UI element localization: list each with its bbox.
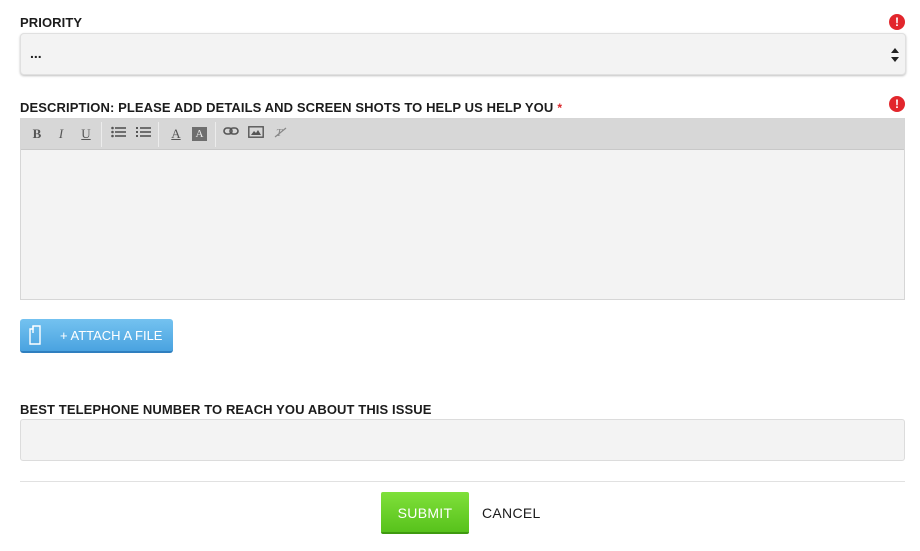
priority-label: PRIORITY xyxy=(20,15,83,30)
file-icon xyxy=(29,325,41,345)
exclamation-circle-icon: ! xyxy=(889,14,905,30)
priority-select[interactable]: ... xyxy=(20,33,906,75)
required-marker: * xyxy=(557,101,563,115)
exclamation-circle-icon: ! xyxy=(889,96,905,112)
toolbar-group-lists xyxy=(102,122,159,147)
italic-icon[interactable]: I xyxy=(52,125,70,143)
background-color-icon[interactable]: A xyxy=(192,127,207,141)
bulleted-list-icon[interactable] xyxy=(109,125,127,143)
text-color-icon[interactable]: A xyxy=(167,125,185,143)
toolbar-group-format: B I U xyxy=(21,122,102,147)
toolbar-group-colors: A A xyxy=(159,122,216,147)
svg-text:T: T xyxy=(276,127,283,138)
remove-format-icon[interactable]: T xyxy=(272,125,290,143)
description-label-text: DESCRIPTION: PLEASE ADD DETAILS AND SCRE… xyxy=(20,100,554,115)
description-label: DESCRIPTION: PLEASE ADD DETAILS AND SCRE… xyxy=(20,100,562,115)
image-icon[interactable] xyxy=(247,125,265,143)
select-arrows-icon xyxy=(891,48,899,62)
divider xyxy=(20,481,905,482)
attach-file-label: + ATTACH A FILE xyxy=(60,328,163,343)
phone-input[interactable] xyxy=(20,419,905,461)
phone-label: BEST TELEPHONE NUMBER TO REACH YOU ABOUT… xyxy=(20,402,432,417)
description-editor: B I U A A T xyxy=(20,118,905,300)
attach-file-button[interactable]: + ATTACH A FILE xyxy=(20,319,173,353)
numbered-list-icon[interactable] xyxy=(134,125,152,143)
editor-toolbar: B I U A A T xyxy=(21,119,904,150)
cancel-button[interactable]: CANCEL xyxy=(482,505,541,521)
submit-button[interactable]: SUBMIT xyxy=(381,492,469,534)
toolbar-group-insert: T xyxy=(216,122,301,147)
underline-icon[interactable]: U xyxy=(77,125,95,143)
priority-selected-value: ... xyxy=(30,45,42,61)
bold-icon[interactable]: B xyxy=(28,125,46,143)
link-icon[interactable] xyxy=(222,125,240,143)
description-textarea[interactable] xyxy=(21,150,904,299)
